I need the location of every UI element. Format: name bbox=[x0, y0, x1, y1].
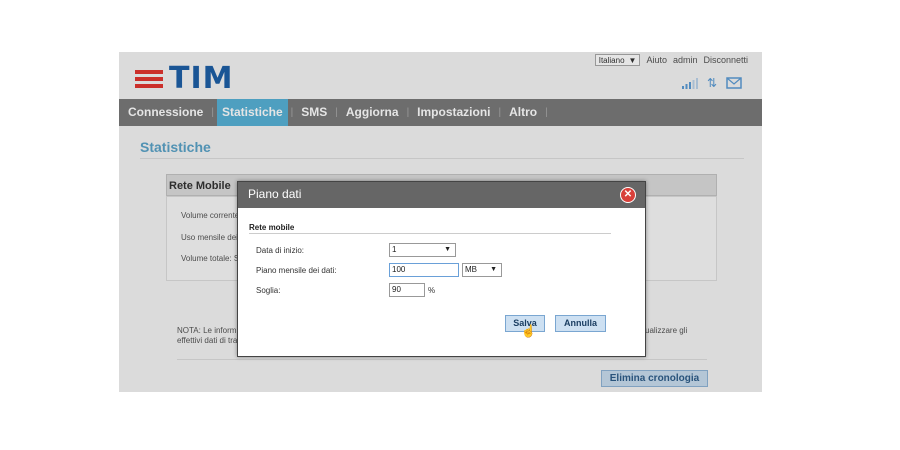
monthly-plan-input[interactable]: 100 bbox=[389, 263, 459, 277]
chevron-down-icon: ▼ bbox=[490, 266, 497, 273]
threshold-label: Soglia: bbox=[256, 286, 281, 295]
monthly-plan-value: 100 bbox=[392, 265, 406, 274]
start-date-value: 1 bbox=[392, 245, 397, 254]
unit-value: MB bbox=[465, 265, 477, 274]
hand-cursor-icon: ☝ bbox=[521, 324, 536, 338]
close-icon[interactable]: ✕ bbox=[620, 187, 636, 203]
threshold-unit: % bbox=[428, 286, 436, 295]
start-date-label: Data di inizio: bbox=[256, 246, 305, 255]
threshold-value: 90 bbox=[392, 285, 401, 294]
unit-select[interactable]: MB ▼ bbox=[462, 263, 502, 277]
section-label: Rete mobile bbox=[249, 223, 295, 232]
dialog-header: Piano dati ✕ bbox=[238, 182, 645, 208]
start-date-select[interactable]: 1 ▼ bbox=[389, 243, 456, 257]
chevron-down-icon: ▼ bbox=[444, 246, 451, 253]
threshold-input[interactable]: 90 bbox=[389, 283, 425, 297]
dialog-title: Piano dati bbox=[248, 187, 302, 201]
monthly-plan-label: Piano mensile dei dati: bbox=[256, 266, 337, 275]
cancel-button[interactable]: Annulla bbox=[555, 315, 606, 332]
data-plan-dialog: Piano dati ✕ Rete mobile Data di inizio:… bbox=[237, 181, 646, 357]
divider bbox=[249, 233, 611, 234]
